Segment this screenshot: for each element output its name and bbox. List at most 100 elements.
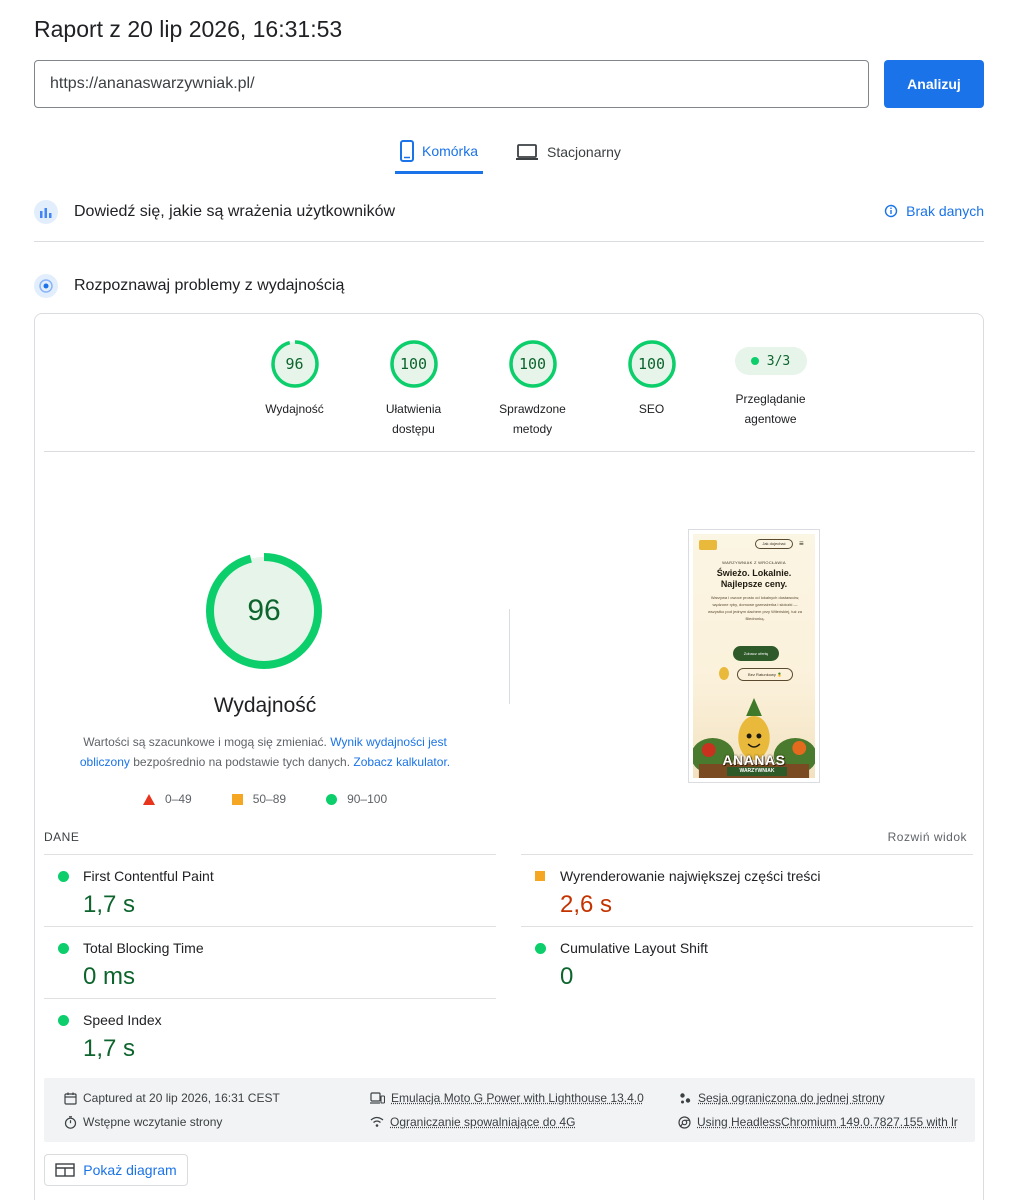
disclaimer-text: bezpośrednio na podstawie tych danych. [130, 755, 353, 769]
performance-label: Wydajność [165, 694, 365, 718]
lab-icon [34, 274, 58, 298]
preview-eyebrow: WARZYWNIAK Z WROCŁAWIA [693, 560, 815, 565]
gauge-agentic-browsing[interactable]: 3/3 Przeglądanie agentowe [711, 339, 830, 439]
score-legend: 0–49 50–89 90–100 [143, 792, 427, 806]
card-divider [44, 451, 975, 452]
metric-name: First Contentful Paint [83, 868, 214, 884]
field-data-title: Dowiedź się, jakie są wrażenia użytkowni… [74, 203, 395, 221]
pass-dot-icon [751, 357, 759, 365]
legend-label: 50–89 [253, 792, 286, 806]
browser-info[interactable]: Using HeadlessChromium 149.0.7827.155 wi… [678, 1115, 958, 1129]
good-circle-icon [535, 943, 546, 954]
good-circle-icon [58, 1015, 69, 1026]
metric-fcp: First Contentful Paint 1,7 s [44, 854, 496, 926]
calendar-icon [64, 1092, 77, 1105]
gauge-label: Sprawdzone metody [493, 399, 573, 439]
site-logo-icon [699, 540, 717, 550]
legend-average: 50–89 [232, 792, 286, 806]
tab-mobile[interactable]: Komórka [395, 130, 483, 174]
gauge-score: 100 [389, 339, 439, 389]
gauge-seo[interactable]: 100 SEO [592, 339, 711, 439]
show-diagram-button[interactable]: Pokaż diagram [44, 1154, 188, 1186]
good-circle-icon [58, 943, 69, 954]
expand-view-toggle[interactable]: Rozwiń widok [888, 830, 967, 844]
phone-preview: Jak dojechać ≡ WARZYWNIAK Z WROCŁAWIA Św… [693, 534, 815, 778]
tab-desktop-label: Stacjonarny [547, 144, 621, 160]
report-card: 96 Wydajność 100 Ułatwienia dostępu 100 … [34, 313, 984, 1200]
treemap-icon [55, 1163, 75, 1177]
metrics-heading: DANE [44, 830, 79, 844]
lab-data-title: Rozpoznawaj problemy z wydajnością [74, 277, 344, 295]
preview-headline: Świeżo. Lokalnie. Najlepsze ceny. [693, 568, 815, 590]
metric-value: 1,7 s [83, 1035, 135, 1063]
wifi-icon [370, 1116, 384, 1128]
preview-brand: ANANAS [693, 752, 815, 768]
gauge-ring: 100 [627, 339, 677, 389]
initial-load-info: Wstępne wczytanie strony [64, 1115, 222, 1129]
page-screenshot[interactable]: Jak dojechać ≡ WARZYWNIAK Z WROCŁAWIA Św… [688, 529, 820, 783]
metric-name: Speed Index [83, 1012, 162, 1028]
footer-text: Wstępne wczytanie strony [83, 1115, 222, 1129]
metric-speed-index: Speed Index 1,7 s [44, 998, 496, 1070]
preview-headline-line: Najlepsze ceny. [693, 579, 815, 590]
gauge-score: 96 [270, 339, 320, 389]
metric-cls: Cumulative Layout Shift 0 [521, 926, 973, 998]
mobile-icon [400, 140, 414, 162]
hamburger-icon: ≡ [799, 540, 804, 548]
no-data-link[interactable]: Brak danych [884, 203, 984, 219]
lab-data-section: Rozpoznawaj problemy z wydajnością [34, 272, 984, 300]
metric-value: 2,6 s [560, 891, 612, 919]
metric-name: Cumulative Layout Shift [560, 940, 708, 956]
device-tabs: Komórka Stacjonarny [0, 130, 1020, 176]
gauge-accessibility[interactable]: 100 Ułatwienia dostępu [354, 339, 473, 439]
category-gauges: 96 Wydajność 100 Ułatwienia dostępu 100 … [235, 339, 830, 439]
analyze-button[interactable]: Analizuj [884, 60, 984, 108]
field-data-section: Dowiedź się, jakie są wrażenia użytkowni… [34, 198, 984, 226]
calculator-link[interactable]: Zobacz kalkulator. [353, 755, 450, 769]
preview-body: Warzywa i owoce prosto od lokalnych dost… [705, 594, 805, 622]
devices-icon [370, 1092, 385, 1105]
gauge-ring: 100 [508, 339, 558, 389]
legend-label: 0–49 [165, 792, 192, 806]
session-info[interactable]: Sesja ograniczona do jednej strony [678, 1091, 885, 1105]
poor-triangle-icon [143, 794, 155, 805]
preview-brand-sub: WARZYWNIAK [727, 767, 787, 776]
metric-value: 0 ms [83, 963, 135, 991]
metric-value: 1,7 s [83, 891, 135, 919]
footer-text: Captured at 20 lip 2026, 16:31 CEST [83, 1091, 280, 1105]
footer-text: Ograniczanie spowalniające do 4G [390, 1115, 575, 1129]
metric-name: Total Blocking Time [83, 940, 204, 956]
footer-text: Sesja ograniczona do jednej strony [698, 1091, 885, 1105]
gauge-best-practices[interactable]: 100 Sprawdzone metody [473, 339, 592, 439]
tab-desktop[interactable]: Stacjonarny [515, 130, 621, 174]
gauge-ring: 100 [389, 339, 439, 389]
throttling-info[interactable]: Ograniczanie spowalniające do 4G [370, 1115, 575, 1129]
legend-label: 90–100 [347, 792, 387, 806]
agentic-pill: 3/3 [735, 347, 807, 375]
gauge-label: Wydajność [265, 399, 324, 419]
captured-info: Captured at 20 lip 2026, 16:31 CEST [64, 1091, 280, 1105]
gauge-performance[interactable]: 96 Wydajność [235, 339, 354, 439]
gauge-label: Ułatwienia dostępu [379, 399, 449, 439]
gauge-label: SEO [639, 399, 664, 419]
preview-cta-secondary: Bez Ratunkowy 🍍 [737, 668, 793, 681]
vertical-separator [509, 609, 510, 704]
show-diagram-label: Pokaż diagram [83, 1162, 176, 1178]
average-square-icon [535, 871, 545, 881]
users-chart-icon [34, 200, 58, 224]
gauge-score: 100 [627, 339, 677, 389]
performance-score: 96 [205, 552, 323, 670]
section-divider [34, 241, 984, 242]
metric-lcp: Wyrenderowanie największej części treści… [521, 854, 973, 926]
preview-button: Jak dojechać [755, 539, 793, 549]
gauge-label: Przeglądanie agentowe [731, 389, 811, 429]
page-title: Raport z 20 lip 2026, 16:31:53 [34, 16, 342, 43]
metric-name: Wyrenderowanie największej części treści [560, 868, 821, 884]
url-input[interactable] [34, 60, 869, 108]
emulation-info[interactable]: Emulacja Moto G Power with Lighthouse 13… [370, 1091, 644, 1105]
footer-text: Emulacja Moto G Power with Lighthouse 13… [391, 1091, 644, 1105]
tab-mobile-label: Komórka [422, 143, 478, 159]
preview-cta: Zobacz ofertę [733, 646, 779, 661]
pill-value: 3/3 [767, 354, 790, 369]
no-data-label: Brak danych [906, 203, 984, 219]
